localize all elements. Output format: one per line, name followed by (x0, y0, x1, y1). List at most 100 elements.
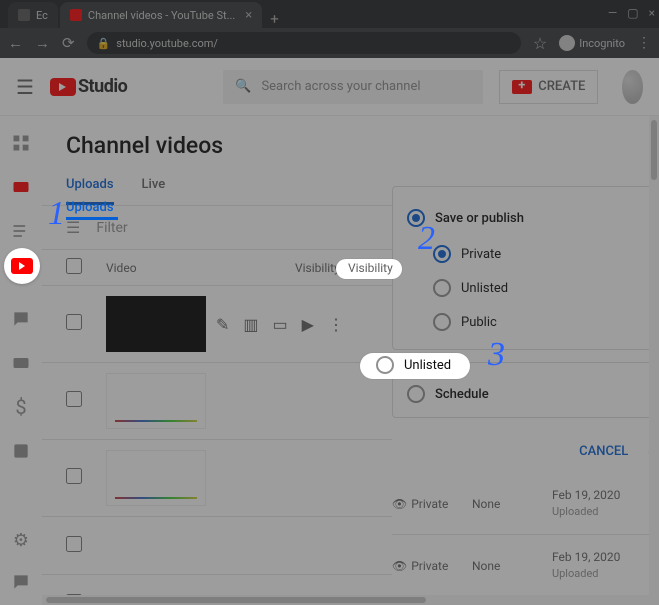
browser-menu-icon[interactable]: ⋮ (637, 35, 651, 51)
page-title: Channel videos (42, 116, 659, 167)
minimize-icon[interactable]: — (608, 6, 617, 20)
youtube-studio-logo[interactable]: Studio (50, 76, 127, 97)
side-nav: $ ⚙ (0, 116, 42, 605)
close-tab-icon[interactable]: × (245, 8, 252, 23)
cell-restrictions: None (472, 497, 552, 511)
studio-app: ☰ Studio 🔍 Search across your channel CR… (0, 58, 659, 605)
browser-tab-1[interactable]: Ec (8, 2, 58, 28)
annotation-number-2: 2 (418, 220, 435, 258)
option-unlisted[interactable]: Unlisted (407, 271, 659, 305)
library-icon[interactable] (10, 440, 32, 462)
radio-icon (376, 356, 394, 374)
comments-icon[interactable] (10, 308, 32, 330)
options-icon[interactable]: ⋮ (328, 315, 344, 334)
save-publish-header[interactable]: Save or publish (407, 201, 659, 237)
settings-icon[interactable]: ⚙ (10, 529, 32, 551)
browser-chrome: Ec Channel videos - YouTube St... × + — … (0, 0, 659, 58)
url-input[interactable]: 🔒 studio.youtube.com/ (87, 32, 521, 54)
row-checkbox[interactable] (66, 391, 82, 407)
maximize-icon[interactable]: ▢ (627, 6, 638, 20)
option-schedule[interactable]: Schedule (407, 377, 659, 407)
filter-icon: ☰ (66, 218, 80, 237)
youtube-icon (50, 78, 76, 96)
option-unlisted-highlighted[interactable]: Unlisted (376, 356, 451, 374)
annotation-number-1: 1 (48, 195, 65, 233)
feedback-icon[interactable] (10, 571, 32, 593)
star-icon[interactable]: ☆ (533, 34, 547, 53)
option-label: Unlisted (461, 281, 508, 296)
radio-icon (433, 313, 451, 331)
table-row[interactable]: 👁Private None Feb 19, 2020Uploaded (392, 535, 659, 597)
cancel-button[interactable]: CANCEL (579, 444, 628, 459)
radio-icon (433, 279, 451, 297)
col-video: Video (106, 261, 295, 275)
subtitles-icon[interactable] (10, 352, 32, 374)
forward-icon[interactable]: → (35, 34, 50, 52)
video-thumbnail[interactable] (106, 450, 206, 506)
option-label: Public (461, 315, 497, 330)
new-tab-button[interactable]: + (264, 10, 285, 28)
video-thumbnail[interactable] (106, 296, 206, 352)
vertical-scrollbar[interactable] (649, 116, 659, 605)
radio-icon (433, 245, 451, 263)
search-icon: 🔍 (235, 79, 251, 94)
playlists-icon[interactable] (10, 220, 32, 242)
option-label: Private (461, 247, 501, 262)
option-public[interactable]: Public (407, 305, 659, 339)
create-icon (512, 80, 532, 94)
save-publish-card: Save or publish Private Unlisted Public (392, 186, 659, 350)
cell-visibility[interactable]: 👁Private (392, 497, 472, 511)
edit-icon[interactable]: ✎ (216, 315, 229, 334)
tab-live[interactable]: Live (142, 167, 166, 205)
cell-visibility[interactable]: 👁Private (392, 559, 472, 573)
horizontal-scrollbar[interactable] (42, 595, 649, 605)
row-checkbox[interactable] (66, 314, 82, 330)
reload-icon[interactable]: ⟳ (62, 34, 75, 52)
youtube-icon[interactable]: ▶ (302, 315, 314, 334)
avatar[interactable] (622, 70, 643, 104)
cell-date: Feb 19, 2020Uploaded (552, 549, 652, 581)
favicon-icon (18, 9, 30, 21)
popup-actions: CANCEL SAVE (392, 430, 659, 473)
youtube-favicon-icon (70, 9, 82, 21)
main-content: Channel videos Uploads Live ☰ Filter Vid… (42, 116, 659, 605)
analytics-icon[interactable]: ▥ (243, 315, 258, 334)
search-input[interactable]: 🔍 Search across your channel (223, 70, 483, 104)
url-text: studio.youtube.com/ (116, 37, 218, 50)
incognito-icon (559, 35, 575, 51)
tab-strip: Ec Channel videos - YouTube St... × + — … (0, 0, 659, 28)
video-thumbnail[interactable] (106, 373, 206, 429)
select-all-checkbox[interactable] (66, 258, 82, 274)
tab-uploads-highlighted[interactable]: Uploads (66, 200, 114, 215)
visibility-icon: 👁 (392, 559, 407, 573)
app-header: ☰ Studio 🔍 Search across your channel CR… (0, 58, 659, 116)
col-visibility-highlighted[interactable]: Visibility (348, 261, 393, 275)
annotation-number-3: 3 (488, 336, 505, 374)
window-controls: — ▢ × (608, 6, 655, 20)
radio-icon (407, 385, 425, 403)
dashboard-icon[interactable] (10, 132, 32, 154)
section-title: Save or publish (435, 211, 524, 226)
search-placeholder: Search across your channel (261, 79, 420, 94)
option-label: Unlisted (404, 358, 451, 373)
row-hover-actions: ✎ ▥ ▭ ▶ ⋮ (216, 315, 344, 334)
back-icon[interactable]: ← (8, 34, 23, 52)
close-window-icon[interactable]: × (649, 6, 655, 20)
cell-date: Feb 19, 2020Uploaded (552, 487, 652, 519)
row-checkbox[interactable] (66, 468, 82, 484)
table-row[interactable]: 👁Private None Feb 19, 2020Uploaded (392, 473, 659, 535)
create-label: CREATE (538, 79, 585, 94)
address-bar: ← → ⟳ 🔒 studio.youtube.com/ ☆ Incognito … (0, 28, 659, 58)
hamburger-icon[interactable]: ☰ (16, 75, 34, 99)
option-private[interactable]: Private (407, 237, 659, 271)
logo-text: Studio (78, 76, 127, 97)
monetization-icon[interactable]: $ (10, 396, 32, 418)
browser-tab-2[interactable]: Channel videos - YouTube St... × (60, 2, 262, 28)
comments-icon[interactable]: ▭ (273, 315, 288, 334)
lock-icon: 🔒 (97, 37, 111, 50)
incognito-label: Incognito (579, 37, 625, 50)
tab-title: Ec (36, 9, 48, 22)
row-checkbox[interactable] (66, 536, 82, 552)
create-button[interactable]: CREATE (499, 70, 598, 104)
videos-icon[interactable] (10, 176, 32, 198)
